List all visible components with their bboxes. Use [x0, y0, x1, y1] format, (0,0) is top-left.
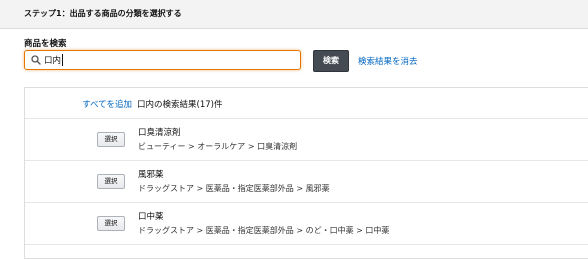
step-title: ステップ1：出品する商品の分類を選択する	[24, 9, 182, 18]
category-path: ドラッグストア > 医薬品・指定医薬部外品 > のど・口中薬 > 口中薬	[138, 226, 390, 235]
clear-results-link[interactable]: 検索結果を消去	[358, 55, 418, 67]
results-table: すべてを追加 口内の検索結果(17)件 選択 口臭清涼剤 ビューティー > オー…	[24, 87, 588, 259]
result-count: 口内の検索結果(17)件	[137, 100, 223, 110]
search-label: 商品を検索	[24, 39, 67, 49]
result-row: 選択 風邪薬 ドラッグストア > 医薬品・指定医薬部外品 > 風邪薬	[25, 161, 588, 203]
results-summary-row: すべてを追加 口内の検索結果(17)件	[25, 88, 588, 119]
search-icon	[31, 55, 41, 65]
category-name: 風邪薬	[138, 170, 164, 180]
step-header: ステップ1：出品する商品の分類を選択する	[0, 0, 588, 29]
search-button[interactable]: 検索	[313, 50, 349, 72]
result-row: 選択 口中薬 ドラッグストア > 医薬品・指定医薬部外品 > のど・口中薬 > …	[25, 203, 588, 245]
category-path: ビューティー > オーラルケア > 口臭清涼剤	[138, 142, 298, 151]
select-button[interactable]: 選択	[97, 132, 125, 147]
search-input-value: 口内	[44, 56, 62, 66]
category-name: 口中薬	[138, 212, 164, 222]
add-all-link[interactable]: すべてを追加	[82, 98, 132, 110]
category-name: 口臭清涼剤	[138, 128, 181, 138]
select-button[interactable]: 選択	[97, 174, 125, 189]
select-button[interactable]: 選択	[97, 216, 125, 231]
result-row: 選択 口臭清涼剤 ビューティー > オーラルケア > 口臭清涼剤	[25, 119, 588, 161]
text-caret	[62, 54, 63, 66]
category-path: ドラッグストア > 医薬品・指定医薬部外品 > 風邪薬	[138, 184, 330, 193]
search-input[interactable]: 口内	[24, 50, 301, 70]
